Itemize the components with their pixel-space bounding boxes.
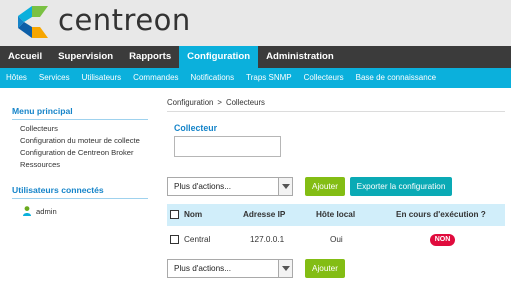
header: centreon: [0, 0, 511, 46]
sub-navigation: Hôtes Services Utilisateurs Commandes No…: [0, 68, 511, 88]
menu-title: Menu principal: [12, 106, 73, 116]
main-nav-administration[interactable]: Administration: [258, 46, 342, 68]
actions-select-top[interactable]: Plus d'actions...: [167, 177, 293, 196]
menu-divider: [12, 119, 148, 120]
chevron-down-icon: [278, 260, 292, 277]
table-header: Nom Adresse IP Hôte local En cours d'exé…: [167, 204, 505, 226]
sub-nav-hotes[interactable]: Hôtes: [0, 68, 33, 88]
brand-name: centreon: [58, 3, 191, 37]
actions-select-bottom[interactable]: Plus d'actions...: [167, 259, 293, 278]
breadcrumb-divider: [167, 111, 505, 112]
main-navigation: Accueil Supervision Rapports Configurati…: [0, 46, 511, 68]
export-configuration-button[interactable]: Exporter la configuration: [350, 177, 452, 196]
add-button-bottom[interactable]: Ajouter: [305, 259, 345, 278]
sub-nav-services[interactable]: Services: [33, 68, 76, 88]
column-header-en-cours-execution[interactable]: En cours d'exécution ?: [396, 204, 486, 226]
add-button-top[interactable]: Ajouter: [305, 177, 345, 196]
row-ip: 127.0.0.1: [250, 235, 285, 244]
connected-user-admin[interactable]: admin: [36, 207, 136, 216]
select-all-checkbox[interactable]: [170, 210, 179, 219]
main-nav-rapports[interactable]: Rapports: [121, 46, 179, 68]
chevron-down-icon: [278, 178, 292, 195]
sub-nav-collecteurs[interactable]: Collecteurs: [298, 68, 350, 88]
row-name-link[interactable]: Central: [184, 226, 210, 253]
sidebar-item-moteur-collecte[interactable]: Configuration du moteur de collecte: [20, 136, 158, 145]
column-header-hote-local[interactable]: Hôte local: [316, 204, 355, 226]
main-nav-configuration[interactable]: Configuration: [179, 46, 259, 68]
main-nav-accueil[interactable]: Accueil: [0, 46, 50, 68]
sub-nav-traps-snmp[interactable]: Traps SNMP: [240, 68, 298, 88]
table-row[interactable]: Central 127.0.0.1 Oui NON: [167, 226, 505, 253]
sidebar-item-ressources[interactable]: Ressources: [20, 160, 158, 169]
sidebar-item-collecteurs[interactable]: Collecteurs: [20, 124, 158, 133]
page: centreon Accueil Supervision Rapports Co…: [0, 0, 511, 299]
actions-select-value: Plus d'actions...: [174, 182, 232, 191]
sidebar-item-centreon-broker[interactable]: Configuration de Centreon Broker: [20, 148, 158, 157]
sub-nav-notifications[interactable]: Notifications: [185, 68, 241, 88]
centreon-logo-icon[interactable]: [14, 4, 50, 40]
user-icon: [23, 206, 31, 216]
running-status-badge: NON: [430, 234, 455, 246]
users-title: Utilisateurs connectés: [12, 185, 104, 195]
breadcrumb-current[interactable]: Collecteurs: [226, 98, 265, 107]
row-checkbox[interactable]: [170, 235, 179, 244]
breadcrumb-parent[interactable]: Configuration: [167, 98, 213, 107]
sub-nav-base-de-connaissance[interactable]: Base de connaissance: [350, 68, 443, 88]
collecteur-filter-input[interactable]: [174, 136, 281, 157]
users-divider: [12, 198, 148, 199]
column-header-adresse-ip[interactable]: Adresse IP: [243, 204, 285, 226]
row-local-host: Oui: [330, 235, 343, 244]
actions-select-value: Plus d'actions...: [174, 264, 232, 273]
sub-nav-utilisateurs[interactable]: Utilisateurs: [76, 68, 128, 88]
collecteur-filter-label: Collecteur: [174, 123, 218, 133]
main-nav-supervision[interactable]: Supervision: [50, 46, 121, 68]
column-header-nom[interactable]: Nom: [184, 204, 202, 226]
breadcrumb: Configuration > Collecteurs: [167, 98, 265, 107]
breadcrumb-separator: >: [217, 98, 222, 107]
sidebar: Menu principal Collecteurs Configuration…: [0, 88, 160, 299]
sub-nav-commandes[interactable]: Commandes: [127, 68, 184, 88]
main-content: Configuration > Collecteurs Collecteur Plu…: [160, 88, 511, 299]
